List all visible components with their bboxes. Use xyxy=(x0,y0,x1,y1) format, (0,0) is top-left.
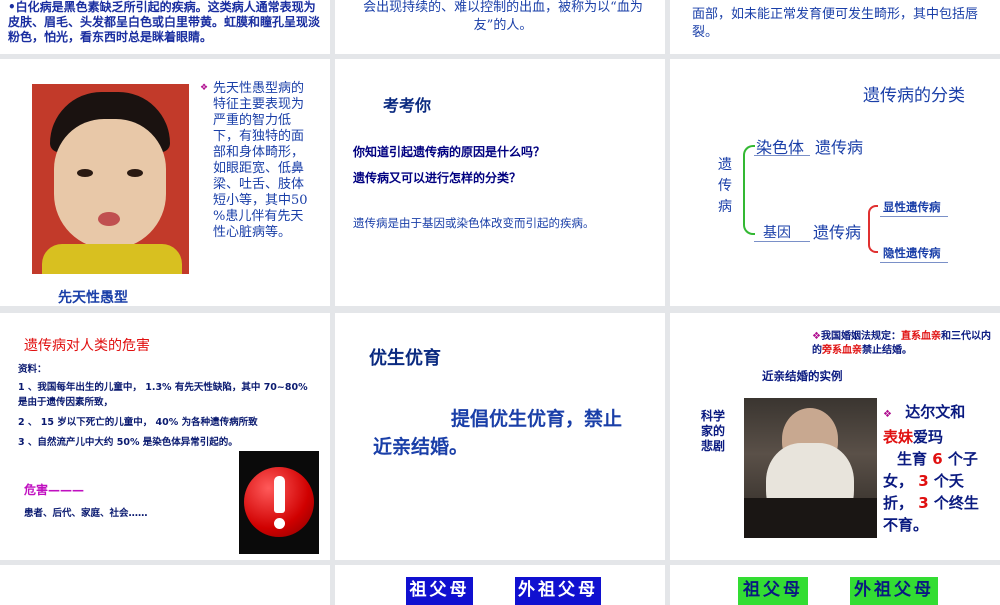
down-syndrome-caption: 先天性愚型 xyxy=(58,290,128,306)
label-paternal-grandparents: 祖父母 xyxy=(738,577,808,605)
harm-victims: 患者、后代、家庭、社会…… xyxy=(24,508,148,519)
slide-hemophilia[interactable]: 会出现持续的、难以控制的出血，被称为以“血为友”的人。 xyxy=(335,0,665,54)
harm-item-1: 1 、我国每年出生的儿童中， 1.3% 有先天性缺陷，其中 70~80% 是由于… xyxy=(18,382,308,408)
quiz-question-2: 遗传病又可以进行怎样的分类？ xyxy=(353,171,522,185)
warning-icon xyxy=(239,451,319,554)
harm-label: 危害——— xyxy=(24,483,85,497)
down-syndrome-text: 先天性愚型病的特征主要表现为严重的智力低下，有独特的面部和身体畸形，如眼距宽、低… xyxy=(213,81,308,240)
classification-root: 遗传病 xyxy=(718,157,732,215)
label-maternal-grandparents: 外祖父母 xyxy=(515,577,601,605)
eugenics-title: 优生优育 xyxy=(369,348,441,369)
slide-harm[interactable]: 遗传病对人类的危害 资料： 1 、我国每年出生的儿童中， 1.3% 有先天性缺陷… xyxy=(0,313,330,560)
diamond-bullet-icon: ❖ xyxy=(200,83,209,93)
diamond-bullet-icon: ❖ xyxy=(883,409,892,420)
child-photo xyxy=(32,84,189,274)
albinism-text: •白化病是黑色素缺乏所引起的疾病。这类病人通常表现为皮肤、眉毛、头发都呈白色或白… xyxy=(8,0,321,44)
red-brace-icon xyxy=(868,205,878,253)
slide-albinism[interactable]: •白化病是黑色素缺乏所引起的疾病。这类病人通常表现为皮肤、眉毛、头发都呈白色或白… xyxy=(0,0,330,54)
quiz-question-1: 你知道引起遗传病的原因是什么吗？ xyxy=(353,145,546,159)
diamond-bullet-icon: ❖ xyxy=(812,331,821,342)
green-brace-icon xyxy=(743,145,755,235)
slide-family-tree-1[interactable]: 祖父母 外祖父母 xyxy=(335,565,665,605)
consanguinity-subtitle: 近亲结婚的实例 xyxy=(762,369,843,383)
harm-source-label: 资料： xyxy=(18,364,47,375)
slide-partial-1[interactable] xyxy=(0,565,330,605)
harm-item-2: 2 、 15 岁以下死亡的儿童中， 40% 为各种遗传病所致 xyxy=(18,417,258,428)
eugenics-body: 提倡优生优育，禁止近亲结婚。 xyxy=(373,408,623,458)
slide-classification[interactable]: 遗传病的分类 遗传病 染色体 遗传病 基因 遗传病 显性遗传病 隐性遗传病 xyxy=(670,59,1000,306)
label-paternal-grandparents: 祖父母 xyxy=(406,577,473,605)
classification-title: 遗传病的分类 xyxy=(863,86,965,106)
branch-gene: 基因 xyxy=(763,225,791,241)
quiz-title: 考考你 xyxy=(383,96,432,115)
harm-item-3: 3 、自然流产儿中大约 50% 是染色体异常引起的。 xyxy=(18,437,238,448)
marriage-law: ❖我国婚姻法规定：直系血亲和三代以内的旁系血亲禁止结婚。 xyxy=(812,331,991,356)
slide-cleft[interactable]: 面部，如未能正常发育便可发生畸形，其中包括唇裂。 xyxy=(670,0,1000,54)
slide-eugenics[interactable]: 优生优育 提倡优生优育，禁止近亲结婚。 xyxy=(335,313,665,560)
slide-down-syndrome[interactable]: ❖ 先天性愚型病的特征主要表现为严重的智力低下，有独特的面部和身体畸形，如眼距宽… xyxy=(0,59,330,306)
leaf-recessive: 隐性遗传病 xyxy=(883,246,941,260)
branch-gene-disease: 遗传病 xyxy=(813,223,862,242)
slide-family-tree-2[interactable]: 祖父母 外祖父母 xyxy=(670,565,1000,605)
hemophilia-text: 会出现持续的、难以控制的出血，被称为以“血为友”的人。 xyxy=(363,0,643,33)
quiz-answer: 遗传病是由于基因或染色体改变而引起的疾病。 xyxy=(353,216,595,230)
label-maternal-grandparents: 外祖父母 xyxy=(850,577,938,605)
scientist-tragedy-label: 科学家的悲剧 xyxy=(701,409,726,453)
cleft-text: 面部，如未能正常发育便可发生畸形，其中包括唇裂。 xyxy=(692,7,979,40)
leaf-dominant: 显性遗传病 xyxy=(883,200,941,214)
slide-quiz[interactable]: 考考你 你知道引起遗传病的原因是什么吗？ 遗传病又可以进行怎样的分类？ 遗传病是… xyxy=(335,59,665,306)
harm-title: 遗传病对人类的危害 xyxy=(24,338,150,354)
darwin-story: ❖ 达尔文和 表妹爱玛 生育 6 个子女， 3 个夭折， 3 个终生不育。 xyxy=(883,403,979,534)
branch-chromosome-disease: 遗传病 xyxy=(815,138,864,157)
darwin-portrait xyxy=(744,398,877,538)
slide-consanguinity[interactable]: ❖我国婚姻法规定：直系血亲和三代以内的旁系血亲禁止结婚。 近亲结婚的实例 科学家… xyxy=(670,313,1000,560)
